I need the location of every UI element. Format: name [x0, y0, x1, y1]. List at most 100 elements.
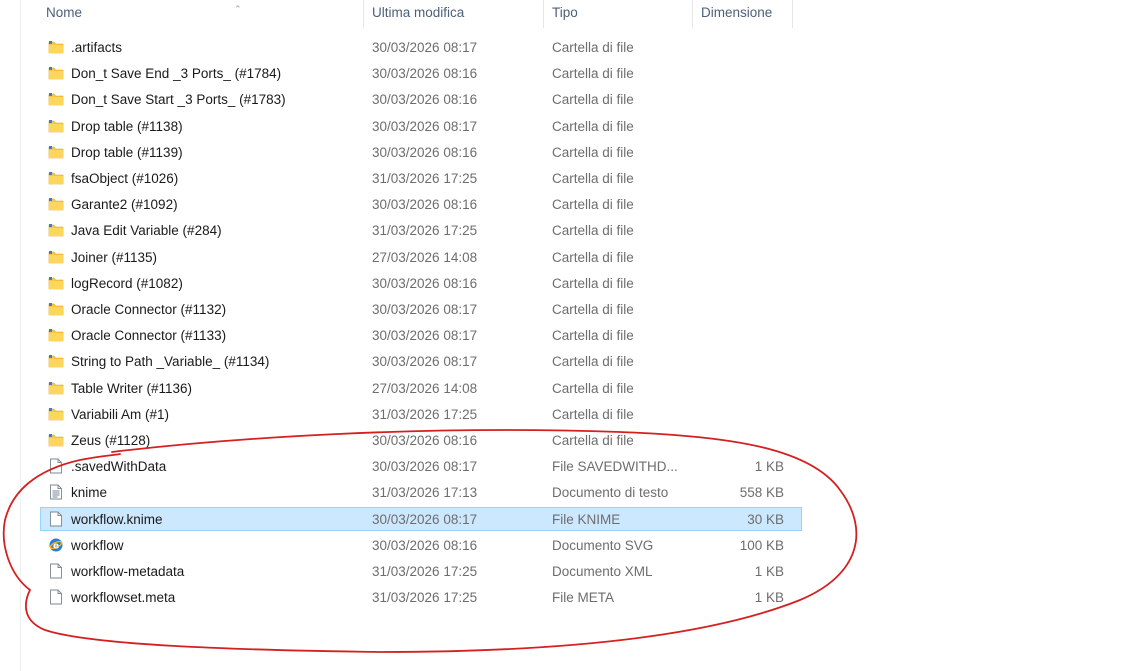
column-header-modified-label: Ultima modifica: [372, 5, 465, 20]
file-type: Cartella di file: [552, 406, 634, 422]
file-size: 100 KB: [739, 537, 784, 553]
file-size: 1 KB: [754, 590, 784, 606]
file-type: Cartella di file: [552, 40, 634, 55]
file-modified-date: 30/03/2026 08:17: [372, 40, 478, 55]
folder-icon: [48, 170, 64, 186]
column-header-modified[interactable]: Ultima modifica: [364, 0, 544, 28]
file-row[interactable]: String to Path _Variable_ (#1134) 30/03/2…: [0, 349, 1121, 375]
file-row[interactable]: e workflow 30/03/2026 08:16 Documento SVG 10…: [0, 533, 1121, 559]
file-name: Oracle Connector (#1133): [71, 328, 227, 344]
file-name: .savedWithData: [71, 459, 167, 475]
file-modified-date: 30/03/2026 08:16: [372, 433, 478, 448]
file-type: Cartella di file: [552, 380, 634, 396]
file-modified-date: 30/03/2026 08:16: [372, 92, 478, 108]
file-row[interactable]: knime 31/03/2026 17:13 Documento di testo 5…: [0, 480, 1121, 506]
file-icon: [48, 589, 64, 605]
file-row[interactable]: Oracle Connector (#1133) 30/03/2026 08:17…: [0, 323, 1121, 349]
file-modified-date: 30/03/2026 08:16: [372, 66, 478, 82]
file-type: File META: [552, 590, 615, 606]
file-row[interactable]: Joiner (#1135) 27/03/2026 14:08 Cartella d…: [0, 245, 1121, 271]
file-size: [700, 349, 784, 375]
file-size: [700, 166, 784, 192]
column-header-type[interactable]: Tipo: [544, 0, 693, 28]
folder-icon: [48, 380, 64, 396]
file-modified-date: 27/03/2026 14:08: [372, 380, 478, 396]
column-header-name[interactable]: Nome ⌃: [38, 0, 364, 28]
file-row[interactable]: workflow-metadata 31/03/2026 17:25 Documen…: [0, 559, 1121, 585]
file-size: [700, 218, 784, 244]
file-name: knime: [71, 485, 108, 501]
file-modified-date: 31/03/2026 17:25: [372, 590, 478, 606]
file-row[interactable]: workflowset.meta 31/03/2026 17:25 File MET…: [0, 585, 1121, 611]
file-type: Documento SVG: [552, 537, 654, 553]
file-name: Don_t Save End _3 Ports_ (#1784): [71, 66, 282, 82]
file-row[interactable]: Table Writer (#1136) 27/03/2026 14:08 Cart…: [0, 376, 1121, 402]
file-size: [700, 245, 784, 271]
file-name: workflow.knime: [71, 511, 163, 527]
file-type: Cartella di file: [552, 118, 634, 134]
file-modified-date: 30/03/2026 08:17: [372, 511, 478, 527]
file-type: Cartella di file: [552, 66, 634, 82]
text-file-icon: [48, 484, 64, 500]
file-size: [700, 61, 784, 87]
file-type: Cartella di file: [552, 275, 634, 291]
file-size: [700, 192, 784, 218]
file-row[interactable]: Don_t Save End _3 Ports_ (#1784) 30/03/20…: [0, 61, 1121, 87]
file-name: Drop table (#1139): [71, 144, 183, 160]
file-name: Don_t Save Start _3 Ports_ (#1783): [71, 92, 286, 108]
file-row-selected[interactable]: workflow.knime 30/03/2026 08:17 File KNIME…: [0, 506, 1121, 533]
folder-icon: [48, 432, 64, 448]
folder-icon: [48, 144, 64, 160]
sort-caret-icon: ⌃: [234, 4, 242, 14]
folder-icon: [48, 39, 64, 55]
folder-icon: [48, 249, 64, 265]
column-header: Nome ⌃ Ultima modifica Tipo Dimensione: [0, 0, 1121, 28]
file-size: [700, 297, 784, 323]
file-row[interactable]: .artifacts 30/03/2026 08:17 Cartella di fi…: [0, 35, 1121, 61]
file-row[interactable]: logRecord (#1082) 30/03/2026 08:16 Cartell…: [0, 271, 1121, 297]
folder-icon: [48, 118, 64, 134]
folder-icon: [48, 222, 64, 238]
column-header-type-label: Tipo: [552, 5, 578, 20]
file-row[interactable]: Oracle Connector (#1132) 30/03/2026 08:17…: [0, 297, 1121, 323]
file-type: Documento XML: [552, 564, 653, 579]
column-header-name-label: Nome: [46, 5, 83, 20]
file-size: [700, 323, 784, 349]
file-size: [700, 87, 784, 113]
column-header-size[interactable]: Dimensione: [693, 0, 793, 28]
file-icon: [48, 511, 64, 527]
file-row[interactable]: fsaObject (#1026) 31/03/2026 17:25 Cartell…: [0, 166, 1121, 192]
file-type: Cartella di file: [552, 171, 634, 186]
folder-icon: [48, 196, 64, 212]
file-row[interactable]: Variabili Am (#1) 31/03/2026 17:25 Cartell…: [0, 402, 1121, 428]
file-row[interactable]: Drop table (#1138) 30/03/2026 08:17 Cartel…: [0, 114, 1121, 140]
file-modified-date: 30/03/2026 08:16: [372, 275, 478, 291]
file-row[interactable]: Drop table (#1139) 30/03/2026 08:16 Cartel…: [0, 140, 1121, 166]
file-modified-date: 30/03/2026 08:17: [372, 302, 478, 317]
file-row[interactable]: Don_t Save Start _3 Ports_ (#1783) 30/03/…: [0, 87, 1121, 113]
file-modified-date: 30/03/2026 08:17: [372, 459, 478, 475]
folder-icon: [48, 406, 64, 422]
file-name: .artifacts: [71, 40, 123, 55]
file-modified-date: 30/03/2026 08:16: [372, 537, 478, 553]
file-modified-date: 31/03/2026 17:13: [372, 485, 478, 501]
file-row[interactable]: Zeus (#1128) 30/03/2026 08:16 Cartella di …: [0, 428, 1121, 454]
file-size: [700, 428, 784, 454]
file-type: Cartella di file: [552, 302, 634, 317]
file-name: Table Writer (#1136): [71, 380, 193, 396]
file-name: Java Edit Variable (#284): [71, 223, 222, 239]
file-size: 558 KB: [739, 485, 784, 501]
file-row[interactable]: Garante2 (#1092) 30/03/2026 08:16 Cartella…: [0, 192, 1121, 218]
column-header-size-label: Dimensione: [701, 5, 773, 20]
file-modified-date: 31/03/2026 17:25: [372, 223, 478, 239]
file-name: workflowset.meta: [71, 590, 176, 606]
file-modified-date: 30/03/2026 08:17: [372, 118, 478, 134]
file-size: [700, 402, 784, 428]
file-modified-date: 30/03/2026 08:17: [372, 328, 478, 344]
file-type: File KNIME: [552, 511, 621, 527]
file-modified-date: 30/03/2026 08:16: [372, 144, 478, 160]
file-row[interactable]: Java Edit Variable (#284) 31/03/2026 17:2…: [0, 218, 1121, 244]
file-name: Joiner (#1135): [71, 249, 158, 265]
file-size: [700, 35, 784, 61]
file-row[interactable]: .savedWithData 30/03/2026 08:17 File SAVED…: [0, 454, 1121, 480]
